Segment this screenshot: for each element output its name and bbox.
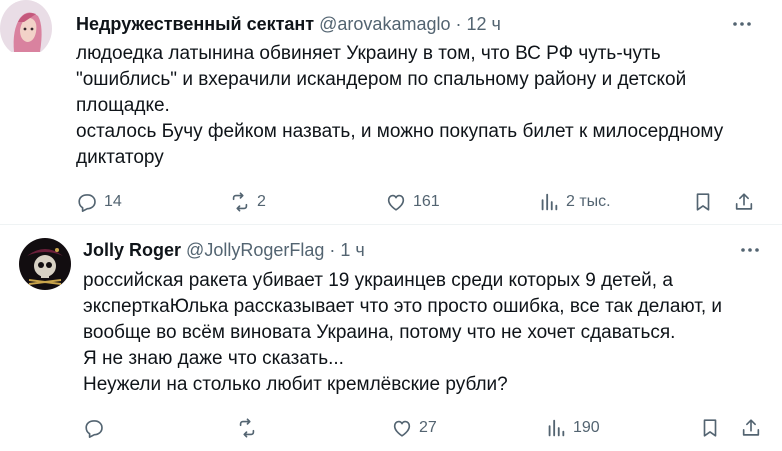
tweet-1-header: Недружественный сектант @arovakamaglo · …: [76, 12, 501, 36]
tweet-text-line: Я не знаю даже что сказать...: [83, 348, 344, 369]
more-icon[interactable]: [738, 238, 762, 262]
tweet-1-text: людоедка латынина обвиняет Украину в том…: [76, 41, 723, 171]
reply-button[interactable]: 14: [76, 189, 122, 215]
tweet-text-line: "ошиблись" и вхерачили искандером по спа…: [76, 69, 687, 90]
tweet-2-text: российская ракета убивает 19 украинцев с…: [83, 268, 722, 398]
bookmark-button[interactable]: [692, 189, 714, 215]
author-handle[interactable]: @arovakamaglo: [319, 14, 450, 34]
share-button[interactable]: [733, 189, 755, 215]
repost-icon: [239, 418, 255, 438]
reply-count: 14: [104, 193, 122, 210]
bookmark-icon: [703, 419, 717, 437]
repost-icon: [232, 192, 248, 212]
separator-dot: ·: [455, 14, 462, 34]
share-icon: [735, 193, 753, 210]
tweet-text-line: вообще во всём виновата Украина, потому …: [83, 322, 676, 343]
separator-dot: ·: [329, 240, 336, 260]
tweet-text-line: площадке.: [76, 95, 170, 116]
views-count: 190: [573, 419, 600, 436]
divider: [0, 224, 782, 225]
author-name[interactable]: Недружественный сектант: [76, 14, 314, 34]
avatar-1[interactable]: [0, 0, 52, 57]
tweet-text-line: российская ракета убивает 19 украинцев с…: [83, 270, 673, 291]
like-count: 161: [413, 193, 440, 210]
reply-button[interactable]: [83, 415, 105, 441]
views-icon: [548, 419, 565, 437]
timestamp[interactable]: 1 ч: [340, 240, 364, 260]
avatar-2[interactable]: [19, 238, 71, 290]
bookmark-icon: [696, 193, 710, 211]
avatar-2-image: [19, 238, 71, 290]
share-button[interactable]: [740, 415, 762, 441]
tweet-text-line: диктатору: [76, 147, 164, 168]
like-button[interactable]: 27: [391, 415, 437, 441]
reply-icon: [85, 420, 103, 438]
views-button[interactable]: 2 тыс.: [538, 189, 611, 215]
tweet-1-actions: 14 2 161 2 тыс.: [0, 189, 782, 215]
like-button[interactable]: 161: [385, 189, 440, 215]
author-name[interactable]: Jolly Roger: [83, 240, 181, 260]
like-icon: [393, 420, 411, 437]
tweet-text-line: эксперткаЮлька рассказывает что это прос…: [83, 296, 722, 317]
avatar-1-image: [0, 0, 52, 53]
share-icon: [742, 419, 760, 436]
like-icon: [387, 194, 405, 211]
tweet-2-actions: 27 190: [0, 415, 782, 441]
tweet-text-line: Неужели на столько любит кремлёвские руб…: [83, 374, 508, 395]
bookmark-button[interactable]: [699, 415, 721, 441]
repost-count: 2: [257, 193, 266, 210]
views-icon: [541, 193, 558, 211]
timestamp[interactable]: 12 ч: [467, 14, 501, 34]
reply-icon: [78, 194, 96, 212]
like-count: 27: [419, 419, 437, 436]
tweet-text-line: людоедка латынина обвиняет Украину в том…: [76, 43, 661, 64]
tweet-text-line: осталось Бучу фейком назвать, и можно по…: [76, 121, 724, 142]
repost-button[interactable]: 2: [229, 189, 266, 215]
views-count: 2 тыс.: [566, 193, 611, 210]
tweet-2-header: Jolly Roger @JollyRogerFlag · 1 ч: [83, 238, 365, 262]
views-button[interactable]: 190: [545, 415, 600, 441]
more-icon[interactable]: [730, 12, 754, 36]
repost-button[interactable]: [236, 415, 258, 441]
author-handle[interactable]: @JollyRogerFlag: [186, 240, 324, 260]
